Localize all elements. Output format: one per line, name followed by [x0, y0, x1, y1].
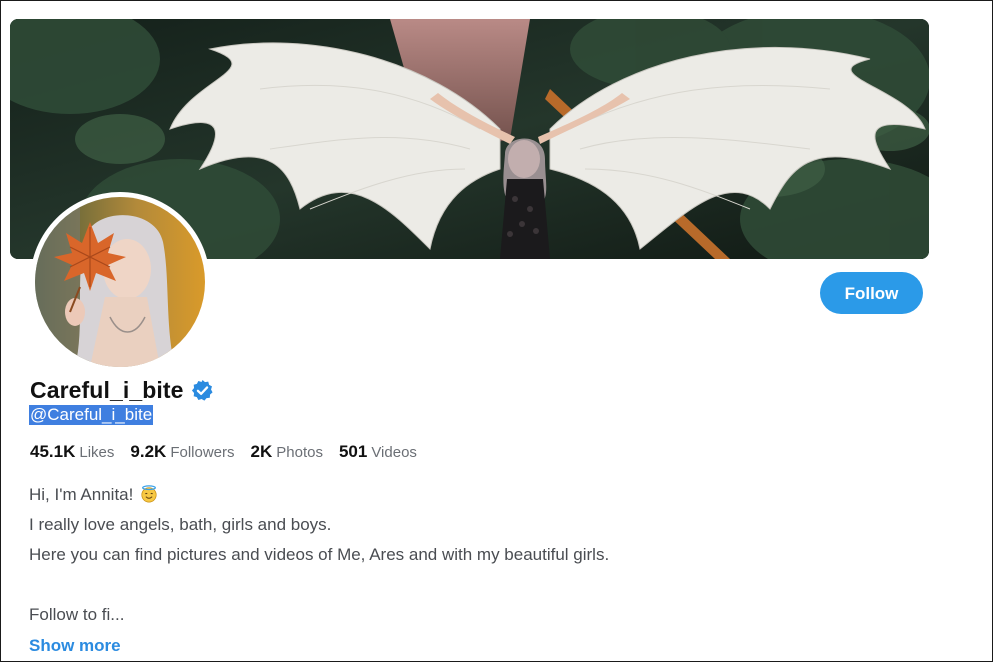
follow-button[interactable]: Follow — [820, 272, 923, 314]
stat-followers: 9.2K Followers — [130, 442, 234, 462]
stat-value: 501 — [338, 442, 368, 461]
username-handle[interactable]: @Careful_i_bite — [29, 405, 154, 425]
smiling-face-with-halo-icon — [141, 485, 157, 503]
avatar[interactable] — [35, 197, 205, 367]
stat-label: Followers — [170, 444, 235, 461]
bio-line: Follow to fi... — [29, 605, 125, 624]
bio-line: Here you can find pictures and videos of… — [29, 545, 610, 564]
stat-likes: 45.1K Likes — [30, 442, 114, 462]
name-row: Careful_i_bite — [30, 375, 214, 405]
bio-spacer — [29, 573, 929, 603]
stat-photos[interactable]: 2K Photos — [251, 442, 323, 462]
stat-label: Videos — [371, 444, 417, 461]
profile-stats: 45.1K Likes 9.2K Followers 2K Photos 501 Vid… — [30, 442, 433, 462]
stat-value: 45.1K — [30, 442, 76, 461]
stat-value: 9.2K — [130, 442, 167, 461]
avatar-frame — [30, 192, 210, 372]
display-name: Careful_i_bite — [30, 376, 184, 403]
bio-line: I really love angels, bath, girls and bo… — [29, 515, 332, 534]
stat-videos[interactable]: 501 Videos — [339, 442, 417, 462]
bio-line: Hi, I'm Annita! — [29, 483, 929, 513]
profile-bio: Hi, I'm Annita! I really love angels, ba… — [29, 483, 929, 633]
verified-check-icon — [191, 379, 213, 401]
stat-label: Photos — [276, 444, 323, 461]
stat-label: Likes — [79, 444, 115, 461]
bio-greeting: Hi, I'm Annita! — [29, 485, 134, 504]
profile-page: Follow Careful_i_bite @Careful_i_bite 45… — [0, 0, 993, 662]
stat-value: 2K — [250, 442, 273, 461]
show-more-link[interactable]: Show more — [29, 636, 121, 656]
